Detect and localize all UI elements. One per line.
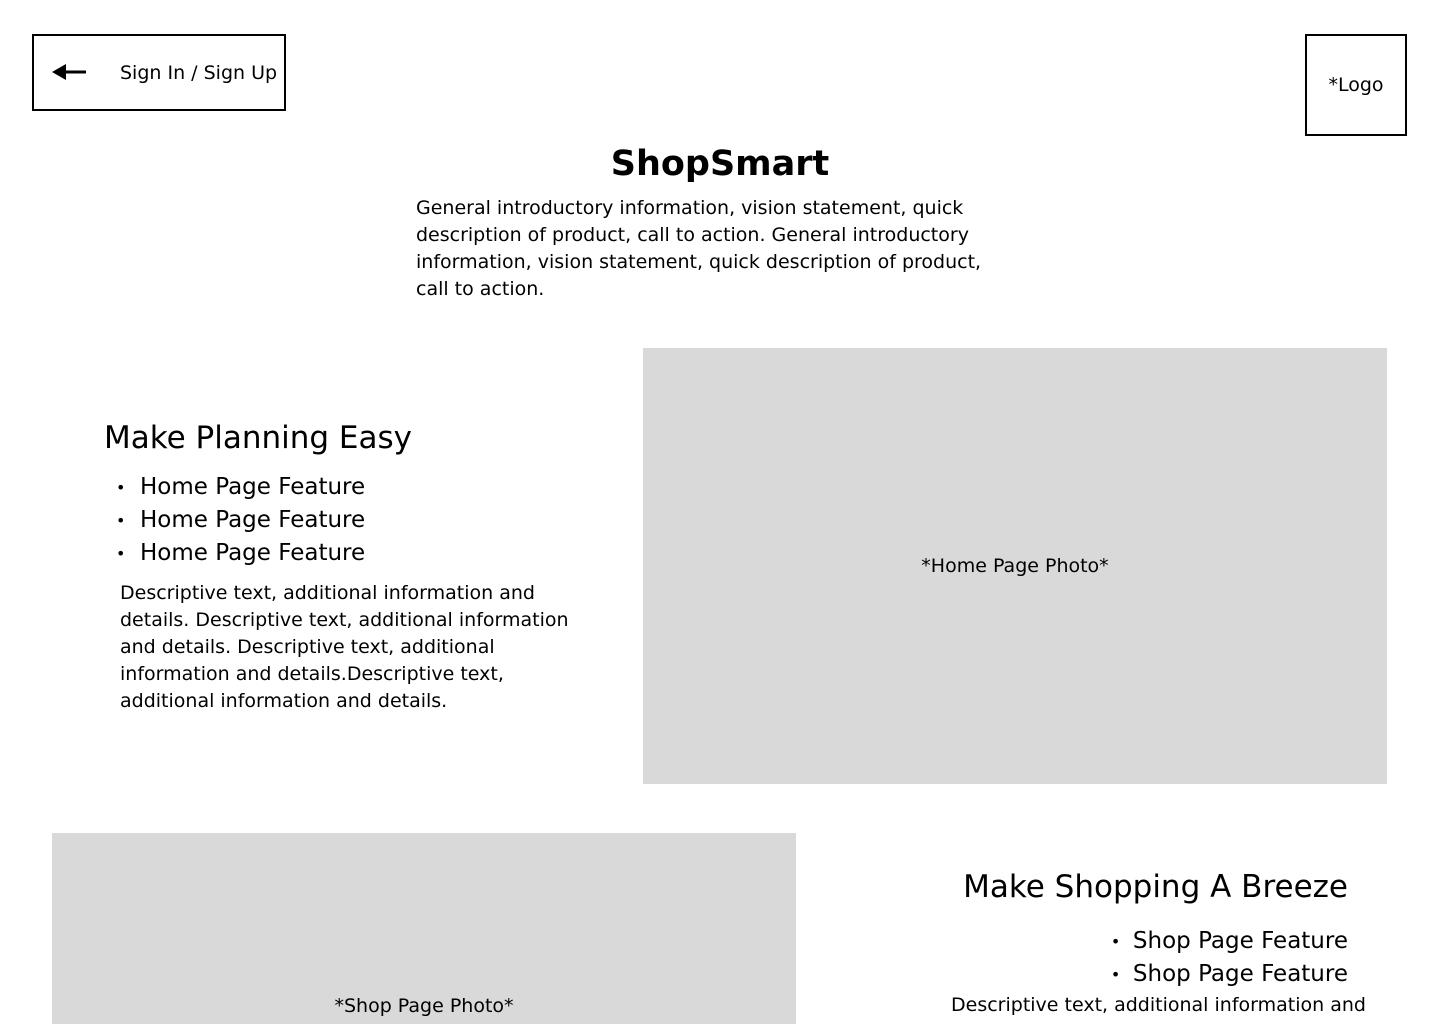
- logo[interactable]: *Logo: [1305, 34, 1407, 136]
- feature-label: Shop Page Feature: [1132, 928, 1348, 954]
- site-title: ShopSmart: [610, 144, 830, 184]
- bullet-icon: •: [116, 511, 126, 530]
- planning-section-title: Make Planning Easy: [104, 420, 412, 456]
- list-item: • Shop Page Feature: [1111, 958, 1348, 991]
- bullet-icon: •: [1110, 965, 1121, 984]
- shopping-section-title: Make Shopping A Breeze: [963, 869, 1348, 905]
- shopping-feature-list: • Shop Page Feature • Shop Page Feature: [1111, 925, 1348, 991]
- bullet-icon: •: [116, 478, 126, 497]
- feature-label: Home Page Feature: [140, 540, 366, 566]
- shop-page-photo-label: *Shop Page Photo*: [334, 995, 514, 1017]
- intro-text: General introductory information, vision…: [416, 197, 982, 300]
- planning-description: Descriptive text, additional information…: [120, 582, 569, 712]
- shop-page-photo-placeholder: *Shop Page Photo*: [52, 833, 796, 1024]
- feature-label: Shop Page Feature: [1132, 961, 1348, 987]
- feature-label: Home Page Feature: [140, 507, 366, 533]
- sign-in-sign-up-label: Sign In / Sign Up: [120, 62, 278, 84]
- list-item: • Home Page Feature: [116, 537, 365, 570]
- home-page-photo-label: *Home Page Photo*: [921, 555, 1109, 577]
- home-page-photo-placeholder: *Home Page Photo*: [643, 348, 1387, 784]
- sign-in-sign-up-button[interactable]: Sign In / Sign Up: [32, 34, 286, 111]
- feature-label: Home Page Feature: [140, 474, 366, 500]
- logo-label: *Logo: [1328, 74, 1384, 96]
- bullet-icon: •: [1110, 932, 1121, 951]
- planning-feature-list: • Home Page Feature • Home Page Feature • H…: [116, 471, 365, 570]
- list-item: • Home Page Feature: [116, 504, 365, 537]
- list-item: • Shop Page Feature: [1111, 925, 1348, 958]
- shopping-description: Descriptive text, additional information…: [951, 994, 1366, 1016]
- bullet-icon: •: [116, 544, 126, 563]
- list-item: • Home Page Feature: [116, 471, 365, 504]
- arrow-left-icon: [52, 64, 86, 80]
